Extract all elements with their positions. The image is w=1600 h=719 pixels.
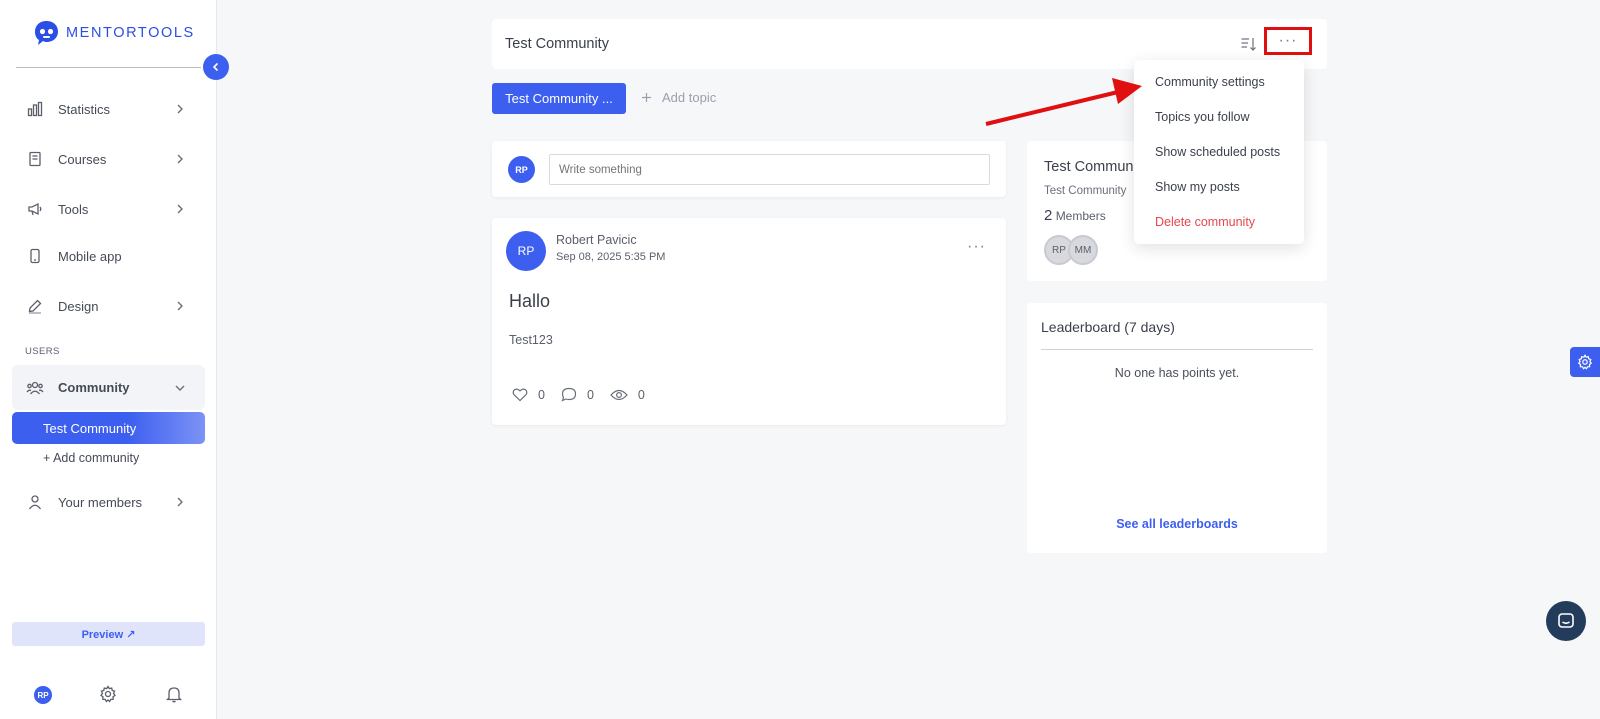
like-count: 0: [538, 387, 545, 402]
member-count-number: 2: [1044, 207, 1053, 224]
gear-icon[interactable]: [99, 685, 117, 703]
post-body: Test123: [509, 333, 553, 347]
preview-button[interactable]: Preview ↗: [12, 622, 205, 646]
page-title: Test Community: [505, 36, 609, 52]
sort-icon[interactable]: [1240, 35, 1258, 53]
chat-launcher-button[interactable]: [1546, 601, 1586, 641]
post-date: Sep 08, 2025 5:35 PM: [556, 251, 666, 263]
sidebar-item-label: Mobile app: [58, 248, 122, 264]
users-icon: [26, 379, 44, 397]
book-icon: [26, 150, 44, 168]
post-author[interactable]: Robert Pavicic: [556, 233, 637, 247]
sidebar-item-label: Courses: [58, 151, 107, 167]
divider: [1041, 349, 1313, 350]
sidebar-item-label: Statistics: [58, 101, 111, 117]
sidebar-subitem-test-community[interactable]: Test Community: [12, 412, 205, 444]
megaphone-icon: [26, 200, 44, 218]
avatar: RP: [508, 156, 535, 183]
sidebar-item-your-members[interactable]: Your members: [12, 484, 205, 520]
comment-icon: [561, 387, 577, 402]
leaderboard-empty-text: No one has points yet.: [1114, 366, 1240, 380]
post-title: Hallo: [509, 291, 551, 311]
add-community-link[interactable]: + Add community: [43, 451, 139, 465]
community-card-subtitle: Test Community: [1044, 185, 1127, 197]
sidebar-item-design[interactable]: Design: [12, 288, 205, 324]
chevron-right-icon: [177, 301, 183, 311]
logo-text: MENTORTOOLS: [66, 25, 195, 41]
sidebar-item-label: Tools: [58, 201, 89, 217]
post-card: RP Robert Pavicic Sep 08, 2025 5:35 PM ·…: [492, 218, 1006, 425]
gear-icon: [1577, 354, 1593, 370]
post-composer: RP: [492, 141, 1006, 197]
write-post-input[interactable]: [549, 154, 990, 185]
topic-tab-test-community[interactable]: Test Community ...: [492, 83, 626, 114]
member-avatar[interactable]: MM: [1068, 235, 1098, 265]
views: 0: [610, 387, 645, 402]
user-icon: [26, 493, 44, 511]
add-topic-button[interactable]: Add topic: [641, 90, 716, 105]
sidebar-item-community[interactable]: Community: [12, 365, 205, 410]
section-label-users: USERS: [25, 346, 60, 357]
post-stats: 0 0 0: [512, 387, 645, 402]
pencil-icon: [26, 297, 44, 315]
collapse-sidebar-button[interactable]: [203, 54, 229, 80]
logo[interactable]: MENTORTOOLS: [33, 20, 195, 46]
sidebar-item-label: Community: [58, 380, 130, 395]
chevron-right-icon: [177, 154, 183, 164]
more-options-button[interactable]: ···: [1264, 27, 1312, 55]
community-options-menu: Community settings Topics you follow Sho…: [1134, 60, 1304, 244]
community-card-title: Test Commun: [1044, 159, 1134, 175]
see-all-leaderboards-link[interactable]: See all leaderboards: [1027, 517, 1327, 531]
sidebar-item-mobile-app[interactable]: Mobile app: [12, 238, 205, 274]
sidebar-item-tools[interactable]: Tools: [12, 191, 205, 227]
eye-icon: [610, 389, 628, 400]
chevron-down-icon: [175, 385, 185, 391]
sidebar: MENTORTOOLS Statistics Courses Tools Mob…: [0, 0, 217, 719]
avatar[interactable]: RP: [506, 231, 546, 271]
menu-item-show-scheduled-posts[interactable]: Show scheduled posts: [1155, 145, 1280, 159]
menu-item-show-my-posts[interactable]: Show my posts: [1155, 180, 1240, 194]
bell-icon[interactable]: [165, 685, 183, 703]
divider: [16, 67, 201, 68]
heart-icon: [512, 388, 528, 402]
phone-icon: [26, 247, 44, 265]
menu-item-delete-community[interactable]: Delete community: [1155, 215, 1255, 229]
post-more-button[interactable]: ···: [967, 238, 986, 256]
leaderboard-title: Leaderboard (7 days): [1041, 319, 1175, 335]
member-count-label: Members: [1055, 209, 1106, 223]
chat-icon: [1558, 613, 1574, 628]
chevron-right-icon: [177, 497, 183, 507]
menu-item-community-settings[interactable]: Community settings: [1155, 75, 1265, 89]
comment-count: 0: [586, 387, 594, 402]
chevron-left-icon: [212, 62, 219, 72]
add-topic-label: Add topic: [662, 90, 717, 105]
like-button[interactable]: 0: [512, 387, 545, 402]
leaderboard-card: Leaderboard (7 days) No one has points y…: [1027, 303, 1327, 553]
chevron-right-icon: [177, 104, 183, 114]
logo-icon: [35, 21, 58, 45]
sidebar-item-label: Your members: [58, 494, 143, 510]
sidebar-item-statistics[interactable]: Statistics: [12, 91, 205, 127]
plus-icon: [642, 93, 651, 102]
member-count: 2 Members: [1044, 207, 1106, 224]
comment-button[interactable]: 0: [561, 387, 594, 402]
bar-chart-icon: [26, 100, 44, 118]
avatar[interactable]: RP: [34, 686, 52, 704]
sidebar-item-courses[interactable]: Courses: [12, 141, 205, 177]
sidebar-item-label: Design: [58, 298, 99, 314]
settings-tab-button[interactable]: [1570, 347, 1600, 377]
view-count: 0: [637, 387, 645, 402]
menu-item-topics-you-follow[interactable]: Topics you follow: [1155, 110, 1250, 124]
chevron-right-icon: [177, 204, 183, 214]
